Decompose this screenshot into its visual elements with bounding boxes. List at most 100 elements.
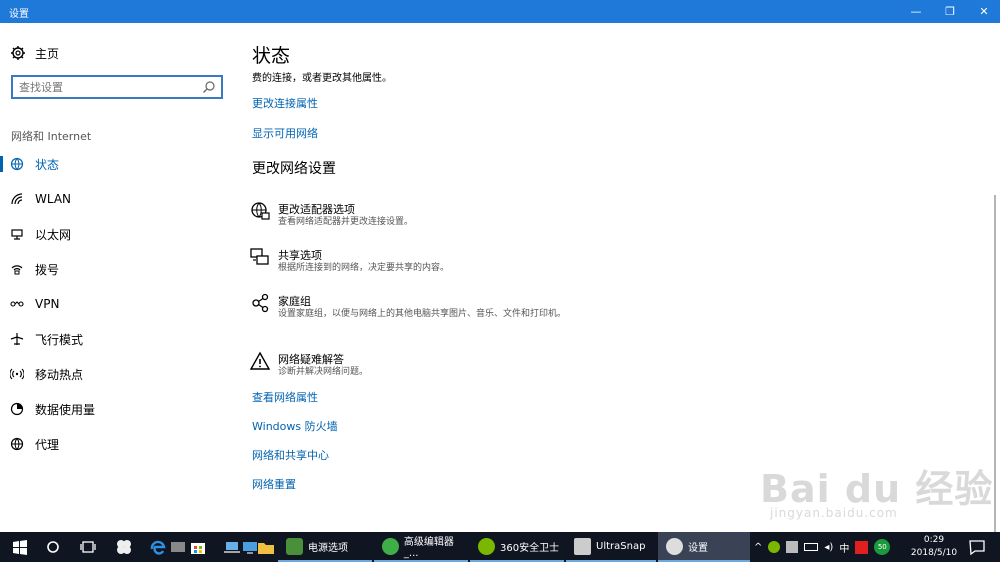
globe-icon	[10, 437, 24, 451]
home-label: 主页	[35, 46, 60, 61]
sidebar: 主页 查找设置 网络和 Internet 状态 WLAN 以太网 拨号 VPN …	[0, 23, 236, 532]
option-desc: 诊断并解决网络问题。	[278, 367, 369, 377]
ethernet-icon	[11, 229, 23, 240]
sidebar-item-label: 飞行模式	[35, 332, 84, 347]
search-input[interactable]: 查找设置	[19, 79, 202, 95]
scrollbar[interactable]	[994, 195, 996, 532]
sidebar-item-label: 以太网	[35, 227, 72, 242]
power-app-icon	[286, 537, 303, 555]
app-clover-icon[interactable]	[114, 537, 134, 557]
sidebar-item-status[interactable]: 状态	[0, 150, 236, 178]
home-link[interactable]: 主页	[10, 45, 59, 61]
window-title: 设置	[9, 9, 29, 20]
change-connection-properties-link[interactable]: 更改连接属性	[252, 95, 318, 111]
sidebar-item-vpn[interactable]: VPN	[0, 290, 236, 318]
globe-icon	[10, 157, 24, 171]
chevron-up-icon[interactable]: ^	[754, 542, 762, 553]
taskbar-app-settings[interactable]: 设置	[658, 532, 750, 562]
taskbar-app-editor[interactable]: 高级编辑器_...	[374, 532, 468, 562]
sidebar-item-data-usage[interactable]: 数据使用量	[0, 395, 236, 423]
sidebar-item-airplane[interactable]: 飞行模式	[0, 325, 236, 353]
network-sharing-center-link[interactable]: 网络和共享中心	[252, 447, 329, 463]
option-name: 更改适配器选项	[278, 203, 355, 216]
sidebar-item-label: WLAN	[35, 192, 72, 206]
tray-app-icon[interactable]	[786, 541, 799, 553]
sidebar-item-dialup[interactable]: 拨号	[0, 255, 236, 283]
homegroup-icon	[252, 293, 269, 313]
maximize-button[interactable]: ❐	[932, 0, 968, 23]
view-network-properties-link[interactable]: 查看网络属性	[252, 389, 318, 405]
app-icon[interactable]	[168, 537, 188, 557]
edge-icon[interactable]	[148, 537, 168, 557]
badge-icon[interactable]: 50	[874, 539, 891, 555]
option-desc: 根据所连接到的网络，决定要共享的内容。	[278, 263, 450, 273]
warning-icon	[250, 351, 270, 370]
page-subtext: 费的连接，或者更改其他属性。	[252, 73, 392, 84]
sidebar-item-hotspot[interactable]: 移动热点	[0, 360, 236, 388]
windows-start-icon[interactable]	[10, 537, 30, 557]
option-desc: 查看网络适配器并更改连接设置。	[278, 217, 414, 227]
main-content: 状态 费的连接，或者更改其他属性。 更改连接属性 显示可用网络 更改网络设置 更…	[236, 23, 988, 532]
360-app-icon	[478, 537, 495, 555]
task-view-icon[interactable]	[78, 537, 98, 557]
store-icon[interactable]	[188, 537, 208, 557]
vpn-icon	[10, 301, 24, 307]
data-usage-icon	[10, 402, 24, 416]
sidebar-item-label: 移动热点	[35, 367, 84, 382]
taskbar-app-label: 360安全卫士	[500, 542, 560, 554]
section-title: 更改网络设置	[252, 161, 336, 177]
adapter-options[interactable]: 更改适配器选项 查看网络适配器并更改连接设置。	[250, 201, 580, 231]
option-name: 共享选项	[278, 249, 322, 262]
hotspot-icon	[10, 368, 24, 380]
editor-app-icon	[382, 537, 399, 555]
page-title: 状态	[252, 45, 291, 67]
battery-icon[interactable]	[804, 543, 819, 551]
sidebar-item-label: 数据使用量	[35, 402, 96, 417]
airplane-icon	[10, 333, 24, 345]
minimize-button[interactable]: —	[898, 0, 934, 23]
taskbar-app-label: 设置	[688, 542, 708, 554]
taskbar-app-360[interactable]: 360安全卫士	[470, 532, 564, 562]
taskbar-app-ultrasnap[interactable]: UltraSnap	[566, 532, 656, 562]
search-box[interactable]: 查找设置	[11, 75, 223, 99]
watermark-url: jingyan.baidu.com	[770, 506, 898, 520]
settings-app-icon	[666, 537, 683, 555]
network-troubleshoot[interactable]: 网络疑难解答 诊断并解决网络问题。	[250, 351, 580, 381]
taskbar-app-label: 高级编辑器_...	[403, 537, 454, 559]
show-available-networks-link[interactable]: 显示可用网络	[252, 125, 318, 141]
ime-indicator[interactable]: 中	[839, 540, 849, 555]
windows-firewall-link[interactable]: Windows 防火墙	[252, 418, 338, 434]
clock-time: 0:29	[923, 535, 945, 545]
sharing-options[interactable]: 共享选项 根据所连接到的网络，决定要共享的内容。	[250, 247, 580, 277]
homegroup-options[interactable]: 家庭组 设置家庭组，以便与网络上的其他电脑共享图片、音乐、文件和打印机。	[250, 293, 580, 335]
option-name: 家庭组	[278, 295, 311, 308]
system-tray: ^ ◂) 中 50	[754, 532, 904, 562]
volume-icon[interactable]: ◂)	[824, 542, 833, 553]
sharing-icon	[250, 248, 269, 265]
tray-360-icon[interactable]	[768, 541, 781, 553]
network-reset-link[interactable]: 网络重置	[252, 476, 296, 492]
sidebar-item-label: 代理	[35, 437, 60, 452]
adapter-icon	[251, 202, 270, 220]
folder-icon[interactable]	[256, 537, 276, 557]
clock-date: 2018/5/10	[910, 548, 958, 558]
search-circle-icon[interactable]	[43, 537, 63, 557]
search-icon[interactable]	[202, 80, 216, 94]
baidu-watermark: Bai du 经验 jingyan.baidu.com	[760, 458, 994, 520]
sidebar-item-wlan[interactable]: WLAN	[0, 185, 236, 213]
wifi-icon	[11, 193, 23, 205]
close-button[interactable]: ✕	[966, 0, 1000, 23]
sidebar-item-proxy[interactable]: 代理	[0, 430, 236, 458]
sidebar-item-label: 状态	[35, 157, 60, 172]
watermark-logo-text: Bai du 经验	[760, 467, 994, 511]
taskbar-app-label: 电源选项	[308, 542, 348, 554]
action-center-icon[interactable]	[967, 537, 987, 557]
taskbar-app-power[interactable]: 电源选项	[278, 532, 372, 562]
laptop-icon[interactable]	[222, 537, 242, 557]
ultrasnap-app-icon	[574, 537, 591, 555]
taskbar-app-label: UltraSnap	[596, 540, 646, 552]
sogou-icon[interactable]	[855, 540, 869, 554]
clock[interactable]: 0:29 2018/5/10	[906, 534, 962, 560]
sidebar-item-ethernet[interactable]: 以太网	[0, 220, 236, 248]
section-label: 网络和 Internet	[11, 130, 92, 143]
